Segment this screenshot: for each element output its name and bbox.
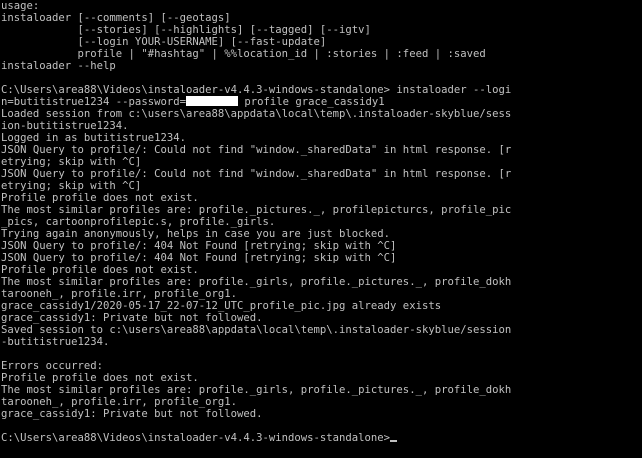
console-line: profile | "#hashtag" | %%location_id | :… [1, 48, 486, 60]
console-line: tarooneh_, profile.irr, profile_org1. [1, 396, 237, 408]
console-line: -butitistrue1234. [1, 336, 110, 348]
console-line: JSON Query to profile/: 404 Not Found [r… [1, 252, 397, 264]
console-line: etrying; skip with ^C] [1, 180, 142, 192]
console-line: ion-butitistrue1234. [1, 120, 129, 132]
console-line: [--login YOUR-USERNAME] [--fast-update] [1, 36, 327, 48]
console-line: instaloader --help [1, 60, 116, 72]
console-line: JSON Query to profile/: Could not find "… [1, 168, 512, 180]
console-line-redacted: n=butitistrue1234 --password= profile gr… [0, 96, 642, 108]
console-line: [--stories] [--highlights] [--tagged] [-… [1, 24, 371, 36]
console-line: Trying again anonymously, helps in case … [1, 228, 391, 240]
console-line: JSON Query to profile/: 404 Not Found [r… [1, 240, 397, 252]
console-line: instaloader [--comments] [--geotags] [1, 12, 231, 24]
console-line: Loaded session from c:\users\area88\appd… [1, 108, 512, 120]
console-line: grace_cassidy1: Private but not followed… [1, 408, 263, 420]
console-line: tarooneh_, profile.irr, profile_org1. [1, 288, 237, 300]
console-line: C:\Users\area88\Videos\instaloader-v4.4.… [1, 84, 512, 96]
console-prompt: C:\Users\area88\Videos\instaloader-v4.4.… [1, 432, 391, 444]
console-line: usage: [1, 0, 40, 12]
redacted-password-block [185, 96, 238, 106]
console-line: Errors occurred: [1, 360, 104, 372]
console-line: grace_cassidy1/2020-05-17_22-07-12_UTC_p… [1, 300, 442, 312]
console-line: etrying; skip with ^C] [1, 156, 142, 168]
console-line: Profile profile does not exist. [1, 372, 199, 384]
console-line: grace_cassidy1: Private but not followed… [1, 312, 263, 324]
console-line: Logged in as butitistrue1234. [1, 132, 186, 144]
console-window[interactable]: usage: instaloader [--comments] [--geota… [0, 0, 642, 458]
console-line: The most similar profiles are: profile._… [1, 276, 512, 288]
text-cursor [390, 440, 398, 442]
console-text: n=butitistrue1234 --password= [1, 96, 186, 108]
console-prompt-line[interactable]: C:\Users\area88\Videos\instaloader-v4.4.… [0, 432, 642, 444]
console-line: Saved session to c:\users\area88\appdata… [1, 324, 512, 336]
console-line: Profile profile does not exist. [1, 264, 199, 276]
console-line: JSON Query to profile/: Could not find "… [1, 144, 512, 156]
console-text: profile grace_cassidy1 [237, 96, 385, 108]
console-line: _pics, cartoonprofilepic.s, profile._gir… [1, 216, 276, 228]
console-line: Profile profile does not exist. [1, 192, 199, 204]
console-line: The most similar profiles are: profile._… [1, 204, 512, 216]
console-line: The most similar profiles are: profile._… [1, 384, 512, 396]
